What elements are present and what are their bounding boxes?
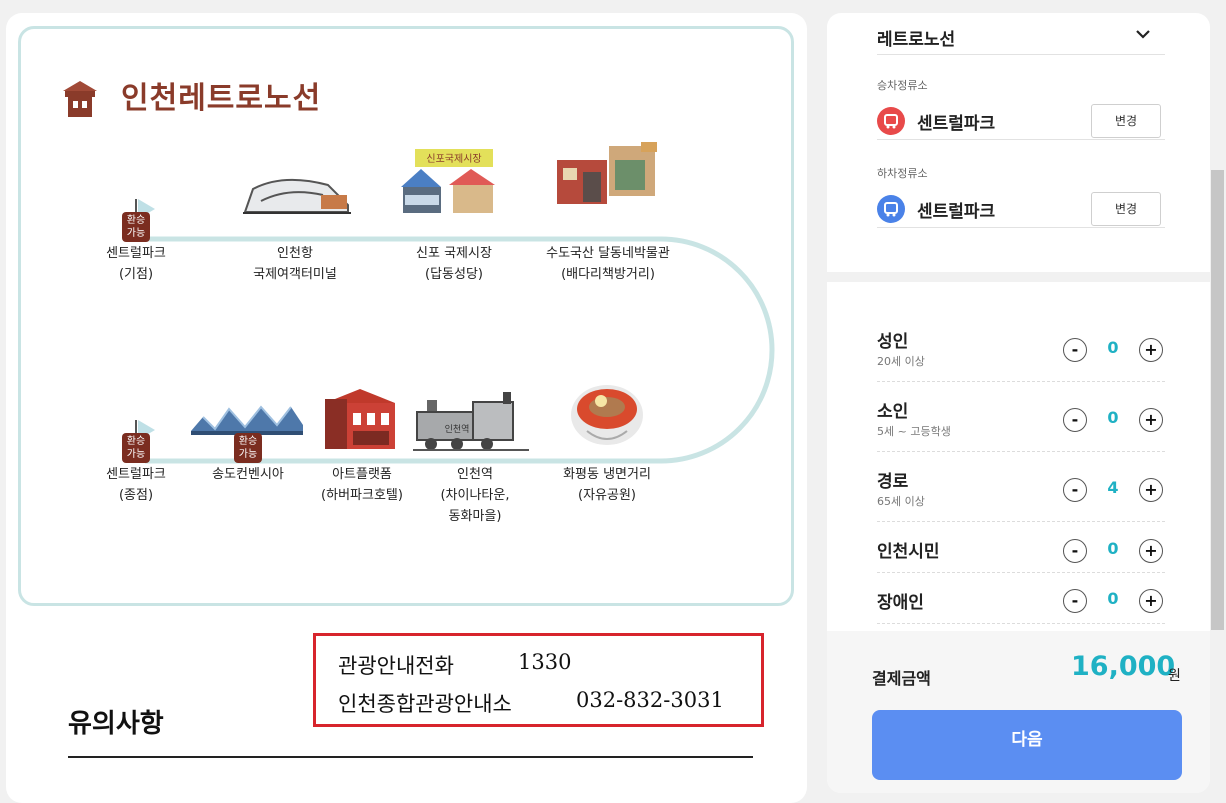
passenger-count[interactable]: 0 [1093, 334, 1133, 362]
bus-icon [877, 107, 905, 135]
passenger-stepper: - 0 + [1063, 338, 1163, 362]
museum-icon [557, 142, 657, 204]
increment-button[interactable]: + [1139, 539, 1163, 563]
payment-unit: 원 [1168, 668, 1181, 684]
passenger-type: 장애인 [877, 593, 924, 613]
stop-sub: (기점) [118, 267, 154, 282]
market-sign-text: 신포국제시장 [426, 153, 481, 165]
market-icon: 신포국제시장 [401, 149, 495, 213]
passenger-type: 성인 [877, 332, 909, 352]
transfer-badge-text: 환승 가능 [238, 436, 258, 460]
stop-name: 센트럴파크 [106, 246, 166, 261]
stop-sub: (종점) [118, 488, 154, 503]
passenger-type: 인천시민 [877, 542, 940, 562]
next-button[interactable]: 다음 [872, 710, 1182, 780]
notice-divider [68, 756, 753, 758]
stop-sub: (자유공원) [578, 488, 636, 503]
decrement-button[interactable]: - [1063, 589, 1087, 613]
decrement-button[interactable]: - [1063, 539, 1087, 563]
tourist-info-box: 관광안내전화 1330 인천종합관광안내소 032-832-3031 [313, 633, 764, 727]
payment-label: 결제금액 [872, 669, 931, 688]
stop-sub: (배다리책방거리) [561, 267, 655, 282]
transfer-badge: 환승 가능 [122, 212, 150, 242]
route-title: 인천레트로노선 [111, 73, 321, 117]
passenger-row-disabled: 장애인 - 0 + [877, 572, 1165, 624]
payment-area: 결제금액 16,000 원 다음 [827, 631, 1210, 793]
ferry-terminal-icon [243, 178, 351, 214]
train-icon: 인천역 [413, 392, 529, 451]
info-value: 1330 [518, 650, 572, 674]
art-platform-icon [325, 389, 395, 449]
scrollbar[interactable] [1211, 170, 1224, 630]
increment-button[interactable]: + [1139, 408, 1163, 432]
passenger-count[interactable]: 0 [1093, 535, 1133, 563]
passenger-stepper: - 0 + [1063, 539, 1163, 563]
stop-name: 신포 국제시장 [416, 246, 492, 261]
section-divider [827, 272, 1210, 282]
passenger-stepper: - 0 + [1063, 408, 1163, 432]
payment-amount: 16,000 [1071, 651, 1176, 682]
train-sign-text: 인천역 [445, 424, 470, 435]
change-boarding-button[interactable]: 변경 [1091, 104, 1161, 138]
stop-name: 화평동 냉면거리 [563, 467, 651, 482]
transfer-badge-text: 환승 가능 [126, 436, 146, 460]
alighting-stop-name: 센트럴파크 [917, 202, 996, 222]
stop-sub: (답동성당) [425, 267, 483, 282]
route-select-value: 레트로노선 [877, 30, 956, 50]
route-info-card: 신포국제시장 인천역 인천레트로노선 환승 가능 환승 가능 환승 가능 센트럴… [6, 13, 807, 803]
passenger-type: 경로 [877, 472, 909, 492]
change-alighting-button[interactable]: 변경 [1091, 192, 1161, 226]
transfer-badge: 환승 가능 [122, 433, 150, 463]
decrement-button[interactable]: - [1063, 338, 1087, 362]
bus-icon [877, 195, 905, 223]
info-label: 관광안내전화 [338, 654, 454, 678]
passenger-row-senior: 경로 65세 이상 - 4 + [877, 451, 1165, 522]
passenger-type: 소인 [877, 402, 909, 422]
boarding-stop-name: 센트럴파크 [917, 114, 996, 134]
stop-sub: 동화마을) [448, 509, 502, 524]
stop-central-park-start: 센트럴파크 (기점) [51, 243, 221, 285]
passenger-row-child: 소인 5세 ~ 고등학생 - 0 + [877, 381, 1165, 452]
stop-sinpo-market: 신포 국제시장 (답동성당) [369, 243, 539, 285]
convensia-icon [191, 405, 303, 435]
notice-title: 유의사항 [68, 709, 164, 739]
route-map: 신포국제시장 인천역 인천레트로노선 환승 가능 환승 가능 환승 가능 센트럴… [18, 26, 794, 606]
alighting-stop-row: 센트럴파크 변경 [877, 187, 1165, 228]
increment-button[interactable]: + [1139, 478, 1163, 502]
info-label: 인천종합관광안내소 [338, 692, 512, 716]
route-title-text: 인천레트로노선 [121, 81, 322, 116]
increment-button[interactable]: + [1139, 589, 1163, 613]
stop-sudoguksan-museum: 수도국산 달동네박물관 (배다리책방거리) [523, 243, 693, 285]
passenger-stepper: - 4 + [1063, 478, 1163, 502]
passenger-age: 65세 이상 [877, 495, 925, 508]
stop-hwapyeong-naengmyeon: 화평동 냉면거리 (자유공원) [522, 464, 692, 506]
decrement-button[interactable]: - [1063, 408, 1087, 432]
increment-button[interactable]: + [1139, 338, 1163, 362]
passenger-count[interactable]: 4 [1093, 474, 1133, 502]
passenger-stepper: - 0 + [1063, 589, 1163, 613]
stop-name: 인천항 [277, 246, 313, 261]
passenger-age: 5세 ~ 고등학생 [877, 425, 951, 438]
boarding-label: 승차정류소 [877, 79, 928, 92]
title-house-icon [63, 81, 97, 117]
chevron-down-icon [1135, 25, 1151, 44]
passenger-count[interactable]: 0 [1093, 404, 1133, 432]
passenger-row-citizen: 인천시민 - 0 + [877, 521, 1165, 573]
passenger-row-adult: 성인 20세 이상 - 0 + [877, 313, 1165, 382]
alighting-label: 하차정류소 [877, 167, 928, 180]
passenger-count[interactable]: 0 [1093, 585, 1133, 613]
info-value: 032-832-3031 [576, 688, 724, 712]
decrement-button[interactable]: - [1063, 478, 1087, 502]
stop-incheon-port: 인천항 국제여객터미널 [210, 243, 380, 285]
route-select[interactable]: 레트로노선 [877, 19, 1165, 55]
transfer-badge: 환승 가능 [234, 433, 262, 463]
stop-name: 수도국산 달동네박물관 [546, 246, 670, 261]
stop-sub: 국제여객터미널 [253, 267, 337, 282]
passenger-age: 20세 이상 [877, 355, 925, 368]
transfer-badge-text: 환승 가능 [126, 215, 146, 239]
noodle-bowl-icon [571, 385, 643, 445]
booking-panel: 레트로노선 승차정류소 센트럴파크 변경 하차정류소 센트럴파크 변경 성인 2… [827, 13, 1210, 793]
boarding-stop-row: 센트럴파크 변경 [877, 99, 1165, 140]
